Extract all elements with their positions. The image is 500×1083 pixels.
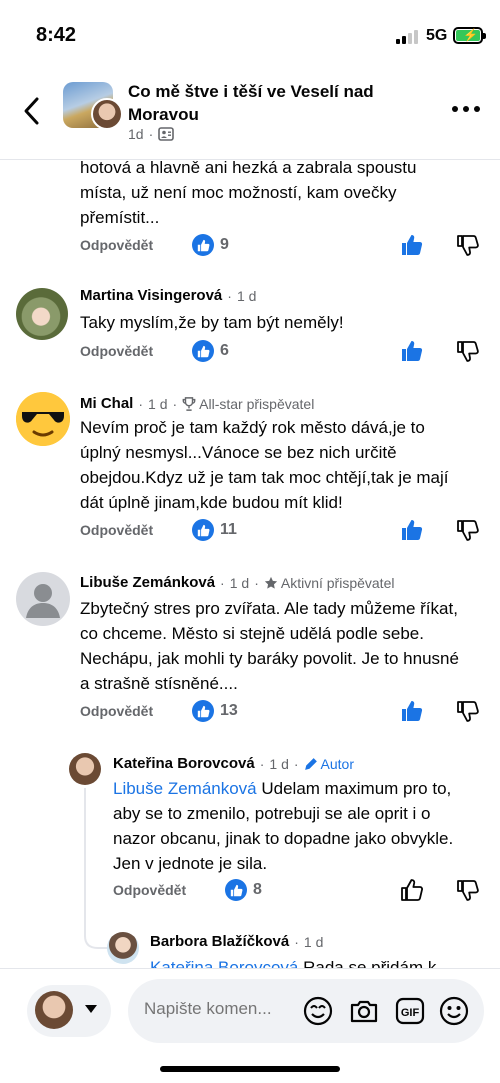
- contributor-badge[interactable]: All-star přispěvatel: [182, 396, 314, 412]
- mention-link[interactable]: Libuše Zemánková: [113, 779, 257, 798]
- members-icon: [158, 127, 175, 141]
- chevron-left-icon: [24, 97, 39, 125]
- reply-button[interactable]: Odpovědět: [113, 882, 186, 898]
- commenter-name[interactable]: Libuše Zemánková: [80, 574, 215, 591]
- battery-icon: ⚡: [453, 27, 486, 44]
- author-avatar: [91, 98, 123, 130]
- default-avatar-icon: [26, 584, 60, 618]
- reply-button[interactable]: Odpovědět: [80, 703, 153, 719]
- dot-separator: ·: [148, 126, 154, 142]
- comment-time: 1 d: [269, 755, 289, 772]
- chevron-down-icon: [85, 1005, 97, 1013]
- mention-link[interactable]: Kateřina Borovcová: [150, 958, 298, 968]
- contributor-badge[interactable]: Aktivní přispěvatel: [264, 575, 394, 591]
- comment-input[interactable]: [144, 999, 294, 1019]
- reply-button[interactable]: Odpovědět: [80, 343, 153, 359]
- more-horizontal-icon: [452, 106, 458, 112]
- commenter-name[interactable]: Kateřina Borovcová: [113, 755, 255, 772]
- comment-header: Barbora Blažíčková · 1 d: [150, 933, 324, 950]
- home-indicator: [160, 1066, 340, 1072]
- more-options-button[interactable]: [452, 102, 486, 116]
- dislike-button[interactable]: [456, 339, 480, 363]
- signal-icon: [396, 30, 420, 44]
- comment-text: Kateřina Borovcová Rada se přidám k: [150, 955, 480, 968]
- thumbs-up-icon: [192, 700, 214, 722]
- svg-text:GIF: GIF: [401, 1007, 420, 1019]
- dislike-button[interactable]: [456, 878, 480, 902]
- like-button[interactable]: [400, 339, 424, 363]
- comment-actions: Odpovědět 13: [80, 696, 490, 726]
- comment-text: Taky myslím,že by tam být neměly!: [80, 313, 344, 332]
- comment-actions: Odpovědět 9: [80, 230, 490, 260]
- reply-button[interactable]: Odpovědět: [80, 237, 153, 253]
- dislike-button[interactable]: [456, 518, 480, 542]
- comment-input-box[interactable]: GIF: [128, 979, 484, 1043]
- avatar[interactable]: [16, 572, 70, 626]
- camera-icon[interactable]: [348, 995, 380, 1027]
- gif-icon[interactable]: GIF: [394, 995, 426, 1027]
- comment-header: Kateřina Borovcová · 1 d · Autor: [113, 755, 354, 772]
- reply-button[interactable]: Odpovědět: [80, 522, 153, 538]
- status-bar: 8:42 5G ⚡: [0, 0, 500, 72]
- like-count: 9: [192, 234, 229, 256]
- like-button[interactable]: [400, 699, 424, 723]
- like-count: 8: [225, 879, 262, 901]
- comments-list: hotová a hlavně ani hezká a zabrala spou…: [0, 160, 500, 968]
- comment-text: hotová a hlavně ani hezká a zabrala spou…: [80, 160, 417, 227]
- comment-time: 1 d: [229, 574, 250, 591]
- avatar: [35, 991, 73, 1029]
- commenter-name[interactable]: Mi Chal: [80, 395, 133, 412]
- like-button[interactable]: [400, 233, 424, 257]
- sticker-icon[interactable]: [302, 995, 334, 1027]
- trophy-icon: [182, 396, 196, 411]
- dislike-button[interactable]: [456, 699, 480, 723]
- emoji-icon[interactable]: [438, 995, 470, 1027]
- thumbs-up-icon: [225, 879, 247, 901]
- like-button[interactable]: [400, 878, 424, 902]
- pencil-icon: [304, 757, 317, 770]
- sunglasses-emoji-icon: [16, 392, 70, 446]
- comment-header: Mi Chal · 1 d · All-star přispěvatel: [80, 395, 315, 412]
- comment-text: Nevím proč je tam každý rok město dává,j…: [80, 418, 449, 512]
- comment-composer: GIF: [0, 968, 500, 1083]
- comment-text: Zbytečný stres pro zvířata. Ale tady můž…: [80, 599, 459, 693]
- avatar[interactable]: [16, 288, 68, 340]
- commenter-name[interactable]: Barbora Blažíčková: [150, 933, 289, 950]
- star-icon: [264, 576, 277, 589]
- thumbs-up-icon: [192, 234, 214, 256]
- post-time: 1d: [128, 126, 144, 142]
- comment-time: 1 d: [148, 395, 168, 412]
- author-badge[interactable]: Autor: [304, 756, 354, 772]
- like-count: 11: [192, 519, 237, 541]
- comment-header: Libuše Zemánková · 1 d · Aktivní přispěv…: [80, 574, 395, 591]
- dislike-button[interactable]: [456, 233, 480, 257]
- post-meta: 1d ·: [128, 126, 175, 142]
- comment-time: 1 d: [303, 933, 324, 950]
- group-title[interactable]: Co mě štve i těší ve Veselí nad Moravou: [128, 80, 428, 126]
- group-avatar[interactable]: [63, 82, 123, 130]
- avatar[interactable]: [69, 753, 101, 785]
- status-time: 8:42: [36, 24, 77, 46]
- comment-text: Libuše Zemánková Udelam maximum pro to, …: [113, 779, 454, 873]
- like-button[interactable]: [400, 518, 424, 542]
- comment-actions: Odpovědět 8: [113, 875, 490, 905]
- profile-switcher[interactable]: [27, 985, 111, 1037]
- network-label: 5G: [426, 27, 448, 44]
- like-count: 6: [192, 340, 229, 362]
- avatar[interactable]: [16, 392, 70, 446]
- comment-header: Martina Visingerová · 1 d: [80, 287, 257, 304]
- commenter-name[interactable]: Martina Visingerová: [80, 287, 222, 304]
- comment-time: 1 d: [236, 287, 257, 304]
- thumbs-up-icon: [192, 519, 214, 541]
- post-header: Co mě štve i těší ve Veselí nad Moravou …: [0, 72, 500, 160]
- reply-thread-line: [84, 788, 86, 928]
- back-button[interactable]: [18, 94, 48, 128]
- like-count: 13: [192, 700, 238, 722]
- comment-actions: Odpovědět 11: [80, 515, 490, 545]
- comment-actions: Odpovědět 6: [80, 336, 490, 366]
- avatar[interactable]: [107, 932, 139, 964]
- thumbs-up-icon: [192, 340, 214, 362]
